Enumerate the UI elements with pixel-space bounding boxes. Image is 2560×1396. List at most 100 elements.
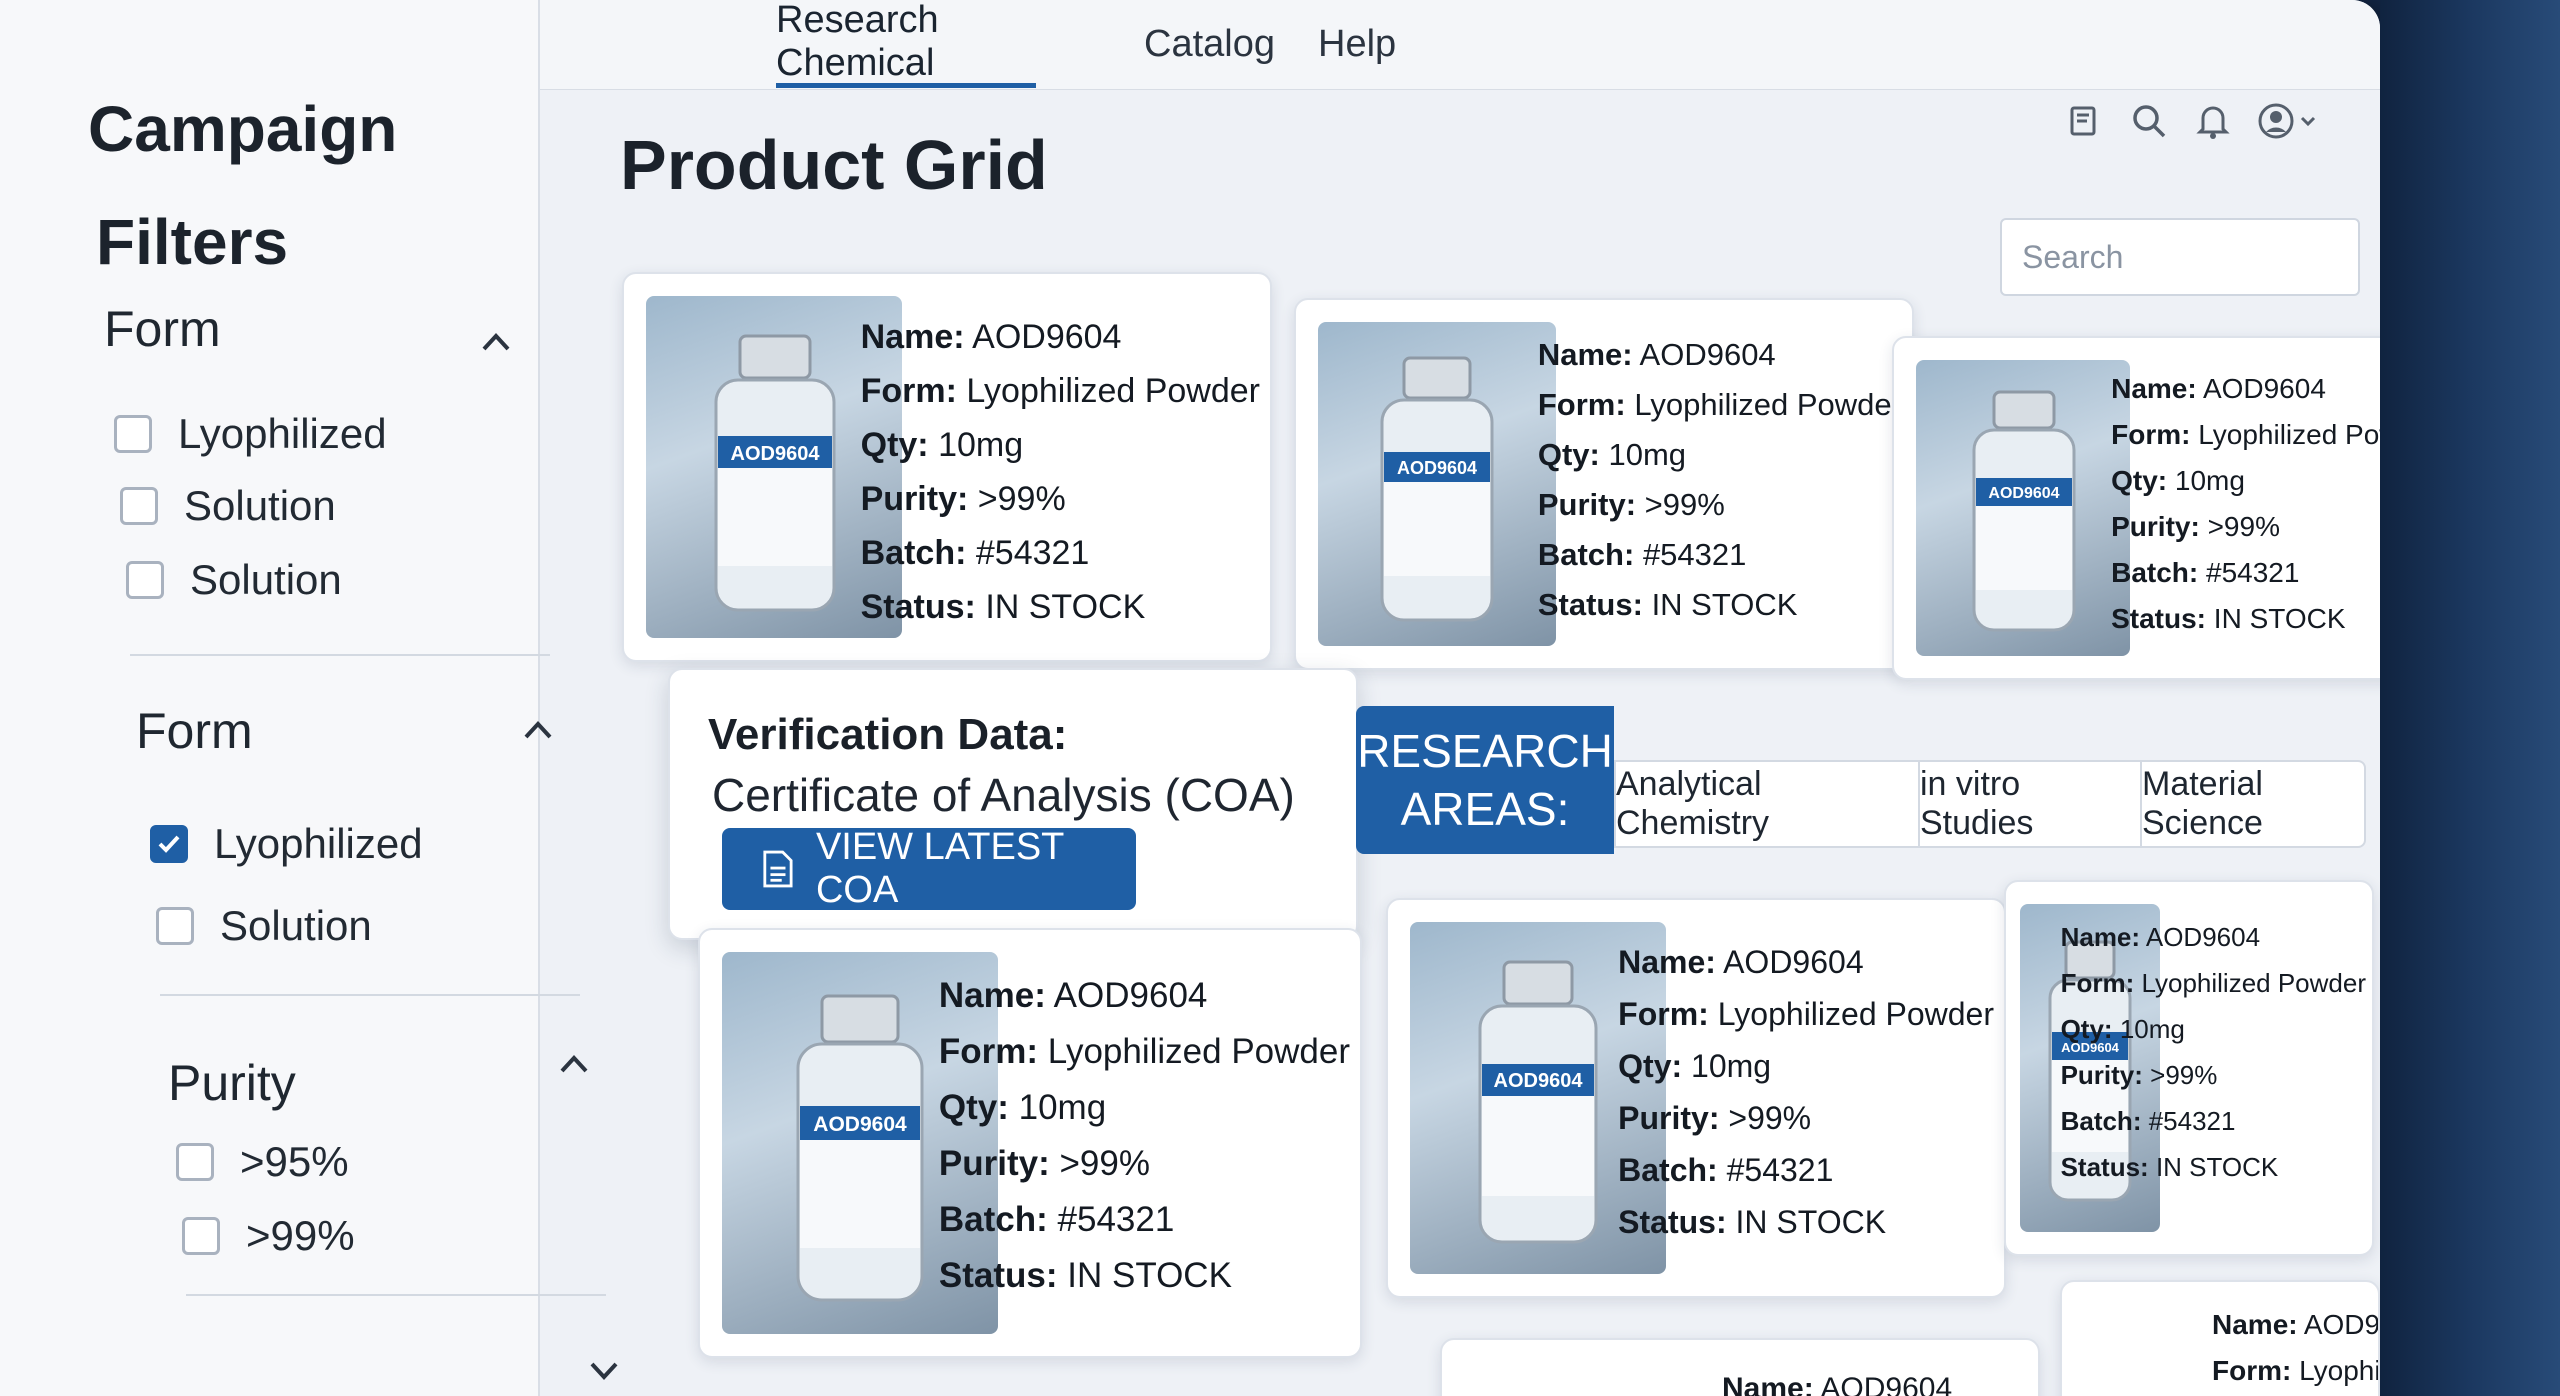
filter-option-label: Solution [184, 482, 336, 529]
research-area-chip[interactable]: Material Science [2140, 760, 2366, 848]
svg-text:AOD9604: AOD9604 [813, 1113, 907, 1136]
search-box [2000, 218, 2380, 296]
filter-option-solution[interactable]: Solution [156, 902, 372, 950]
checkbox[interactable] [114, 415, 152, 453]
product-qty: Qty: 10mg [860, 426, 1024, 464]
product-info: Name: AOD9604 Form: Lyophilized Powder Q… [1618, 936, 1994, 1248]
filter-option-label: Solution [220, 902, 372, 949]
filter-option-lyophilized[interactable]: Lyophilized [150, 820, 423, 868]
product-info: Name: AOD9604 Form: Lyophilized Powder Q… [1538, 330, 1902, 630]
chevron-down-icon[interactable] [584, 1350, 624, 1390]
product-name: Name: AOD9604 [1537, 337, 1776, 372]
top-navigation: Research Chemical Catalog Help [540, 0, 2380, 90]
search-input[interactable] [2002, 220, 2380, 294]
divider [130, 654, 550, 656]
product-batch: Batch: #54321 [2060, 1106, 2236, 1136]
chevron-up-icon[interactable] [518, 710, 558, 750]
product-batch: Batch: #54321 [1618, 1152, 1834, 1188]
product-purity: Purity: >99% [2060, 1060, 2218, 1090]
filter-option-purity-95[interactable]: >95% [176, 1138, 349, 1186]
product-purity: Purity: >99% [2111, 511, 2280, 542]
filter-option-solution[interactable]: Solution [120, 482, 336, 530]
tab-catalog[interactable]: Catalog [1144, 0, 1275, 88]
product-name: Name: AOD9604 [860, 318, 1122, 356]
divider [160, 994, 580, 996]
product-qty: Qty: 10mg [2111, 465, 2245, 496]
product-card[interactable]: AOD9604 Name: AOD9604 Form: Lyophilized … [1892, 336, 2380, 680]
filters-sidebar: Campaign Filters Form Lyophilized Soluti… [0, 0, 618, 1396]
product-info: Name: AOD9604 Form: Lyophilized Powder Q… [2061, 914, 2366, 1190]
research-area-chip[interactable]: in vitro Studies [1918, 760, 2142, 848]
search-icon[interactable] [2124, 96, 2174, 146]
product-batch: Batch: #54321 [1537, 537, 1747, 572]
vial-image: AOD9604 [1318, 322, 1556, 646]
product-form: Form: Lyophilized Powder [1618, 996, 1994, 1032]
product-card[interactable]: AOD9604 Name: AOD9604 Form: Lyophilized … [1294, 298, 1914, 670]
product-form: Form: Lyophilized Powder [2111, 419, 2380, 450]
filter-group-title-purity: Purity [168, 1055, 296, 1111]
product-card[interactable]: AOD9604 Name: AOD9604 Form: Lyophilized … [622, 272, 1272, 662]
checkbox-checked[interactable] [150, 825, 188, 863]
product-status: Status: IN STOCK [860, 588, 1146, 626]
verification-title: Verification Data: [708, 710, 1068, 759]
filter-option-label: Lyophilized [214, 820, 423, 867]
product-batch: Batch: #54321 [860, 534, 1090, 572]
filter-option-lyophilized[interactable]: Lyophilized [114, 410, 387, 458]
product-qty: Qty: 10mg [1537, 437, 1687, 472]
product-name: Name: AOD9604 [1618, 944, 1864, 980]
checkbox[interactable] [126, 561, 164, 599]
checkbox[interactable] [182, 1217, 220, 1255]
research-areas-label: RESEARCH AREAS: [1356, 706, 1614, 854]
product-info: Name: AOD9604 Form: Lyophilized Powder Q… [861, 310, 1260, 634]
sidebar-title-line2: Filters [96, 206, 289, 278]
checkbox[interactable] [120, 487, 158, 525]
product-card[interactable]: AOD9604 Name: AOD9604 Form: Lyophilized … [1386, 898, 2006, 1298]
chevron-up-icon[interactable] [476, 322, 516, 362]
user-menu[interactable] [2254, 96, 2324, 146]
filter-option-label: Lyophilized [178, 410, 387, 457]
checkmark-icon [158, 835, 180, 853]
product-qty: Qty: 10mg [1618, 1048, 1772, 1084]
chevron-up-icon[interactable] [554, 1044, 594, 1084]
product-purity: Purity: >99% [938, 1144, 1150, 1183]
product-purity: Purity: >99% [1618, 1100, 1812, 1136]
filter-option-solution[interactable]: Solution [126, 556, 342, 604]
product-info: Name: AOD9604 Form: Lyophilized Powder Q… [939, 968, 1350, 1304]
page-title: Product Grid [620, 126, 1048, 204]
svg-text:AOD9604: AOD9604 [1494, 1070, 1584, 1092]
view-latest-coa-button[interactable]: VIEW LATEST COA [722, 826, 1136, 911]
product-card[interactable]: Name: AOD9604 Form: Lyophilized Powder [2060, 1280, 2380, 1396]
product-qty: Qty: 10mg [938, 1088, 1107, 1127]
app-window: Campaign Filters Form Lyophilized Soluti… [0, 0, 2380, 1396]
tab-research-chemical[interactable]: Research Chemical [776, 0, 1036, 88]
product-form: Form: Lyophilized Powder [2212, 1355, 2380, 1386]
verification-card: Verification Data: Certificate of Analys… [668, 668, 1358, 940]
product-status: Status: IN STOCK [1537, 587, 1798, 622]
product-status: Status: IN STOCK [2060, 1152, 2279, 1182]
vial-image: AOD9604 [1916, 360, 2130, 656]
product-card[interactable]: AOD9604 Name: AOD9604 Form: Lyophilized … [698, 928, 1362, 1358]
product-name: Name: AOD9604 [938, 976, 1208, 1015]
sidebar-title-line1: Campaign [88, 93, 398, 165]
product-status: Status: IN STOCK [1618, 1204, 1887, 1240]
divider [186, 1294, 606, 1296]
tab-help[interactable]: Help [1318, 0, 1396, 88]
research-area-chip[interactable]: Analytical Chemistry [1614, 760, 1920, 848]
filter-option-purity-99[interactable]: >99% [182, 1212, 355, 1260]
checkbox[interactable] [176, 1143, 214, 1181]
product-form: Form: Lyophilized Powder [860, 372, 1260, 410]
product-card[interactable]: AOD9604 Name: AOD9604 Form: Lyophilized … [2004, 880, 2374, 1256]
checkbox[interactable] [156, 907, 194, 945]
product-purity: Purity: >99% [1537, 487, 1725, 522]
product-name: Name: AOD9604 [2111, 373, 2326, 404]
document-icon [763, 850, 793, 888]
product-form: Form: Lyophilized Powder [2060, 968, 2366, 998]
product-batch: Batch: #54321 [938, 1200, 1175, 1239]
product-name: Name: AOD9604 [1722, 1372, 1953, 1396]
product-batch: Batch: #54321 [2111, 557, 2300, 588]
filter-icon[interactable] [2060, 96, 2110, 146]
filter-option-label: >95% [240, 1138, 349, 1185]
bell-icon[interactable] [2188, 96, 2238, 146]
filter-group-title-form: Form [136, 703, 253, 759]
product-card[interactable]: Name: AOD9604 [1440, 1338, 2040, 1396]
